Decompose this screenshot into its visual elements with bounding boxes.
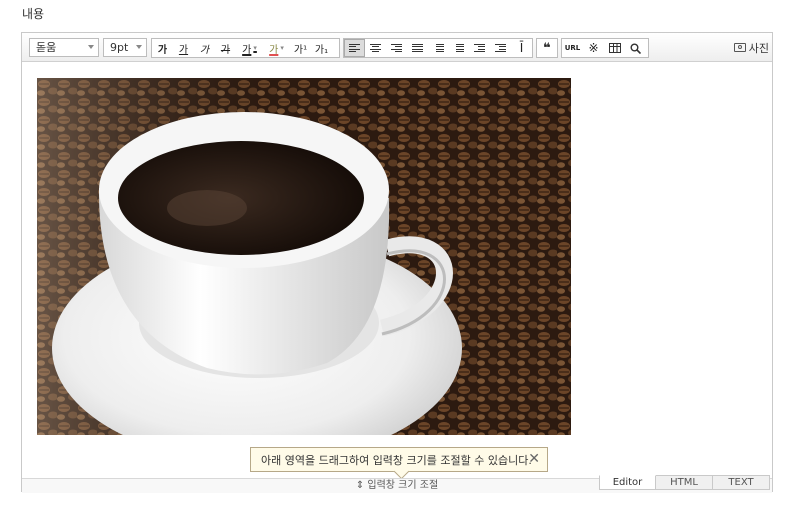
underline-button[interactable]: 가: [173, 39, 194, 57]
font-color-glyph: 가: [242, 44, 252, 56]
search-icon: [630, 43, 641, 54]
align-left-button[interactable]: [344, 39, 365, 57]
strikethrough-glyph: 가: [220, 44, 231, 56]
chevron-down-icon: [136, 45, 142, 49]
align-right-icon: [390, 43, 402, 53]
resize-tooltip: 아래 영역을 드래그하여 입력창 크기를 조절할 수 있습니다. ✕: [250, 447, 548, 480]
align-right-button[interactable]: [386, 39, 407, 57]
tooltip-text: 아래 영역을 드래그하여 입력창 크기를 조절할 수 있습니다.: [261, 453, 532, 467]
bold-button[interactable]: 가: [152, 39, 173, 57]
strikethrough-button[interactable]: 가: [215, 39, 236, 57]
tab-html[interactable]: HTML: [656, 475, 713, 490]
special-char-button[interactable]: ※: [583, 39, 604, 57]
resize-label: ⇕ 입력창 크기 조절: [355, 480, 439, 491]
highlight-glyph: 가: [269, 44, 279, 56]
link-button[interactable]: URL: [562, 39, 583, 57]
outdent-icon: [474, 43, 486, 53]
chevron-down-icon: ▾: [253, 44, 257, 52]
italic-glyph: 가: [199, 44, 210, 56]
numbered-list-button[interactable]: [428, 39, 449, 57]
camera-icon: [733, 43, 746, 52]
editor-toolbar: 돋움 9pt 가 가 가 가 가 ▾ 가 ▾ 가¹ 가₁ Ī ❝ URL ※ 사…: [22, 33, 772, 62]
indent-button[interactable]: [490, 39, 511, 57]
find-button[interactable]: [625, 39, 646, 57]
editor-mode-tabs: Editor HTML TEXT: [599, 475, 770, 490]
font-size-select[interactable]: 9pt: [103, 38, 147, 57]
insert-group: URL ※: [561, 38, 649, 58]
highlight-color-button[interactable]: 가 ▾: [263, 39, 290, 57]
chevron-down-icon: [88, 45, 94, 49]
align-left-icon: [348, 43, 360, 53]
close-icon[interactable]: ✕: [528, 452, 540, 466]
line-height-button[interactable]: Ī: [511, 39, 532, 57]
bullet-list-icon: [453, 43, 465, 53]
bold-glyph: 가: [157, 44, 168, 56]
quote-icon: ❝: [543, 40, 551, 56]
quote-button[interactable]: ❝: [537, 39, 557, 57]
underline-glyph: 가: [178, 44, 189, 56]
numbered-list-icon: [433, 43, 444, 53]
superscript-glyph: 가¹: [293, 44, 308, 56]
coffee-cup-image: [37, 78, 571, 435]
tab-text[interactable]: TEXT: [713, 475, 770, 490]
special-char-icon: ※: [588, 41, 599, 55]
table-icon: [608, 43, 621, 53]
subscript-button[interactable]: 가₁: [311, 39, 332, 57]
coffee-photo: [37, 78, 571, 435]
content-label: 내용: [22, 7, 45, 21]
photo-upload-button[interactable]: 사진: [733, 38, 769, 57]
text-format-group: 가 가 가 가 가 ▾ 가 ▾ 가¹ 가₁: [151, 38, 340, 58]
subscript-glyph: 가₁: [314, 44, 329, 56]
italic-button[interactable]: 가: [194, 39, 215, 57]
tab-editor[interactable]: Editor: [599, 475, 656, 490]
line-height-icon: Ī: [519, 41, 524, 55]
quote-group: ❝: [536, 38, 558, 58]
outdent-button[interactable]: [469, 39, 490, 57]
font-family-value: 돋움: [36, 41, 57, 54]
chevron-down-icon: ▾: [280, 44, 284, 52]
font-family-select[interactable]: 돋움: [29, 38, 99, 57]
superscript-button[interactable]: 가¹: [290, 39, 311, 57]
indent-icon: [495, 43, 507, 53]
bullet-list-button[interactable]: [448, 39, 469, 57]
align-justify-icon: [411, 43, 423, 53]
link-label: URL: [564, 44, 581, 52]
rich-text-editor: 돋움 9pt 가 가 가 가 가 ▾ 가 ▾ 가¹ 가₁ Ī ❝ URL ※ 사…: [21, 32, 773, 493]
font-color-button[interactable]: 가 ▾: [236, 39, 263, 57]
align-justify-button[interactable]: [407, 39, 428, 57]
align-center-icon: [369, 43, 381, 53]
table-button[interactable]: [604, 39, 625, 57]
photo-label: 사진: [748, 41, 769, 55]
align-center-button[interactable]: [365, 39, 386, 57]
font-size-value: 9pt: [110, 41, 129, 54]
paragraph-group: Ī: [343, 38, 533, 58]
